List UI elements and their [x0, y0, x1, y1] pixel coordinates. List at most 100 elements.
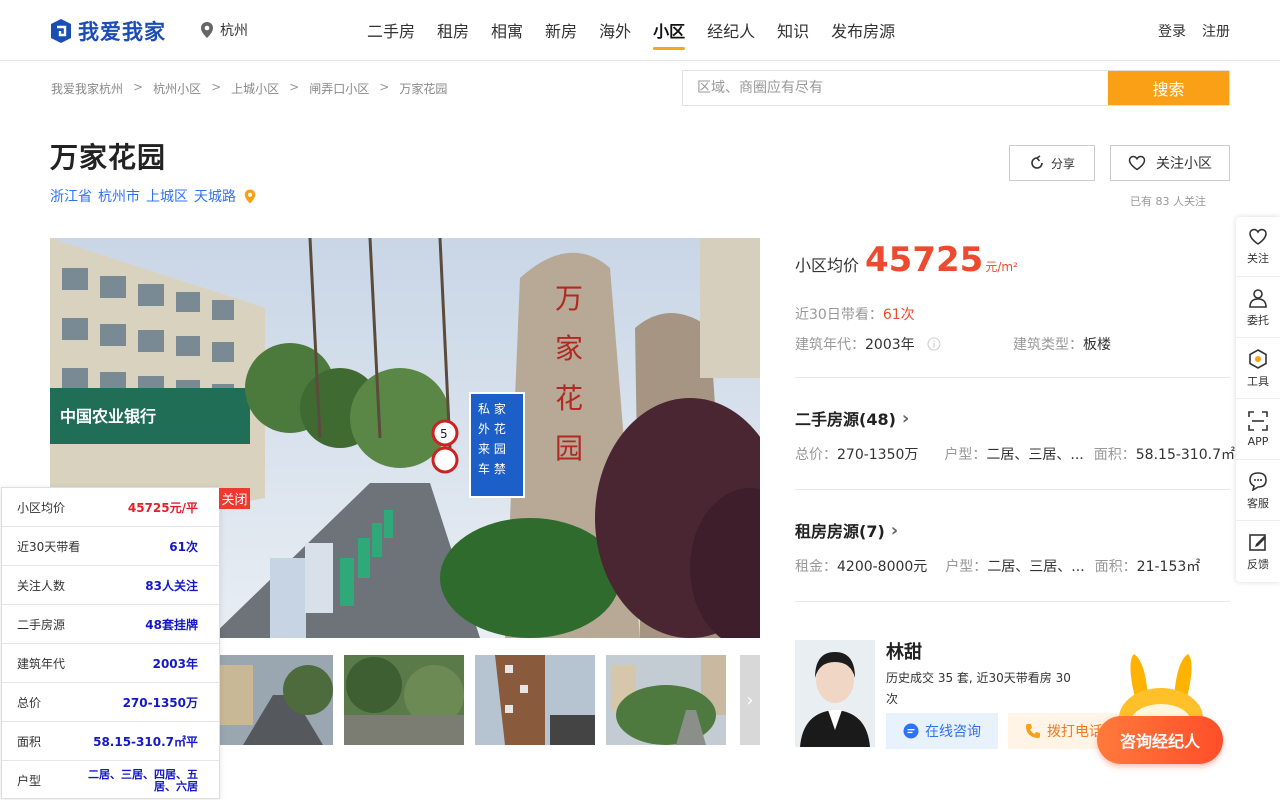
rental-summary: 租金： 4200-8000元 户型： 二居、三居、... 面积： 21-153㎡: [795, 556, 1230, 576]
nav-zufang[interactable]: 租房: [437, 18, 469, 50]
phone-icon: [1026, 724, 1040, 738]
sh-total-value: 270-1350万: [837, 447, 919, 463]
nav-xinfang[interactable]: 新房: [545, 18, 577, 50]
share-button[interactable]: 分享: [1009, 145, 1095, 181]
auth-links: 登录 注册: [1158, 21, 1230, 41]
rental-title[interactable]: 租房房源(7) ›: [795, 518, 898, 542]
divider: [795, 489, 1230, 490]
side-app[interactable]: APP: [1236, 400, 1280, 460]
thumbnail-next-button[interactable]: ›: [740, 655, 760, 745]
address-road[interactable]: 天城路: [194, 186, 236, 206]
side-entrust-label: 委托: [1247, 313, 1269, 327]
hexagon-tool-icon: [1249, 348, 1267, 369]
breadcrumb-item[interactable]: 杭州小区: [153, 80, 201, 97]
side-feedback[interactable]: 反馈: [1236, 522, 1280, 582]
search-bar: 搜索: [682, 70, 1230, 106]
nav-jingjiren[interactable]: 经纪人: [707, 18, 755, 50]
side-follow[interactable]: 关注: [1236, 217, 1280, 277]
stone-text-4: 园: [555, 432, 583, 465]
panel-row-value: 48套挂牌: [145, 617, 198, 632]
follow-community-button[interactable]: 关注小区: [1110, 145, 1230, 181]
online-consult-button[interactable]: 在线咨询: [886, 713, 998, 749]
search-input[interactable]: [683, 71, 1108, 105]
main-nav: 二手房 租房 相寓 新房 海外 小区 经纪人 知识 发布房源: [356, 18, 906, 50]
thumbnail-image[interactable]: [606, 655, 726, 745]
chevron-right-icon: ›: [901, 407, 910, 429]
user-icon: [1249, 288, 1267, 308]
info-icon[interactable]: [927, 337, 941, 351]
svg-text:5: 5: [440, 427, 448, 441]
site-logo[interactable]: 我爱我家: [50, 16, 166, 46]
page-title: 万家花园: [50, 141, 167, 174]
address-city[interactable]: 杭州市: [98, 186, 140, 206]
divider: [795, 377, 1230, 378]
address-district[interactable]: 上城区: [146, 186, 188, 206]
stone-text-1: 万: [555, 282, 583, 315]
stone-text-3: 花: [555, 382, 583, 415]
side-service-label: 客服: [1247, 496, 1269, 510]
divider: [795, 601, 1230, 602]
location-pin-icon: [201, 22, 213, 38]
thumbnail-image[interactable]: [475, 655, 595, 745]
svg-text:车 禁: 车 禁: [478, 461, 506, 476]
panel-close-button[interactable]: 关闭: [219, 488, 250, 509]
breadcrumb-separator: >: [289, 80, 300, 94]
panel-row: 总价 270-1350万: [2, 683, 219, 722]
second-hand-title[interactable]: 二手房源(48) ›: [795, 406, 909, 430]
nav-xiangyu[interactable]: 相寓: [491, 18, 523, 50]
side-tools[interactable]: 工具: [1236, 339, 1280, 399]
nav-ershoufang[interactable]: 二手房: [367, 18, 415, 50]
share-icon: [1031, 155, 1043, 169]
nav-fabu[interactable]: 发布房源: [831, 18, 895, 50]
agent-avatar[interactable]: [795, 640, 875, 747]
breadcrumb-item[interactable]: 闸弄口小区: [309, 80, 369, 97]
thumbnail-scene: [606, 655, 726, 745]
consult-label: 在线咨询: [925, 724, 981, 740]
breadcrumb-separator: >: [133, 80, 144, 94]
city-selector[interactable]: 杭州: [200, 20, 248, 40]
panel-row: 小区均价 45725元/平: [2, 488, 219, 527]
thumbnail-image[interactable]: [213, 655, 333, 745]
side-service[interactable]: 客服: [1236, 461, 1280, 521]
breadcrumb-item[interactable]: 上城小区: [231, 80, 279, 97]
nav-haiwai[interactable]: 海外: [599, 18, 631, 50]
panel-row-key: 关注人数: [17, 578, 66, 593]
edit-icon: [1249, 534, 1266, 551]
map-pin-icon[interactable]: [244, 189, 256, 204]
sh-area-label: 面积：: [1093, 447, 1136, 463]
breadcrumb-item[interactable]: 我爱我家杭州: [51, 80, 123, 97]
panel-row-key: 小区均价: [17, 500, 66, 515]
agent-description: 历史成交 35 套, 近30天带看房 30 次: [886, 671, 1071, 706]
building-meta: 建筑年代：2003年 建筑类型：板楼: [795, 334, 1230, 354]
year-label: 建筑年代：: [795, 337, 865, 353]
rent-layout-value: 二居、三居、...: [987, 559, 1085, 575]
logo-text: 我爱我家: [78, 20, 166, 44]
consult-agent-button[interactable]: 咨询经纪人: [1097, 716, 1223, 764]
panel-row-value: 83人关注: [145, 578, 198, 593]
search-button[interactable]: 搜索: [1108, 71, 1229, 105]
panel-row-value: 58.15-310.7㎡平: [93, 734, 198, 749]
address-province[interactable]: 浙江省: [50, 186, 92, 206]
chevron-right-icon: ›: [890, 519, 899, 541]
agent-name[interactable]: 林甜: [886, 638, 922, 664]
follow-label: 关注小区: [1156, 156, 1212, 172]
side-entrust[interactable]: 委托: [1236, 278, 1280, 338]
side-app-label: APP: [1247, 435, 1269, 448]
nav-xiaoqu[interactable]: 小区: [653, 18, 686, 50]
type-value: 板楼: [1083, 337, 1111, 353]
year-value: 2003年: [865, 337, 915, 353]
panel-row-value: 二居、三居、四居、五居、六居: [88, 767, 198, 793]
panel-row-key: 面积: [17, 734, 42, 749]
sh-area-value: 58.15-310.7㎡: [1135, 447, 1235, 463]
chat-bubble-icon: [1249, 471, 1267, 491]
svg-text:外 花: 外 花: [478, 421, 506, 436]
info-overlay-panel: 小区均价 45725元/平 近30天带看 61次 关注人数 83人关注 二手房源 48套…: [1, 487, 220, 799]
svg-text:来 园: 来 园: [478, 442, 506, 456]
qr-scan-icon: [1248, 411, 1268, 431]
panel-row-value: 2003年: [152, 656, 198, 671]
nav-zhishi[interactable]: 知识: [777, 18, 809, 50]
login-link[interactable]: 登录: [1158, 21, 1186, 41]
register-link[interactable]: 注册: [1202, 21, 1230, 41]
thumbnail-image[interactable]: [344, 655, 464, 745]
panel-row-key: 二手房源: [17, 617, 66, 632]
